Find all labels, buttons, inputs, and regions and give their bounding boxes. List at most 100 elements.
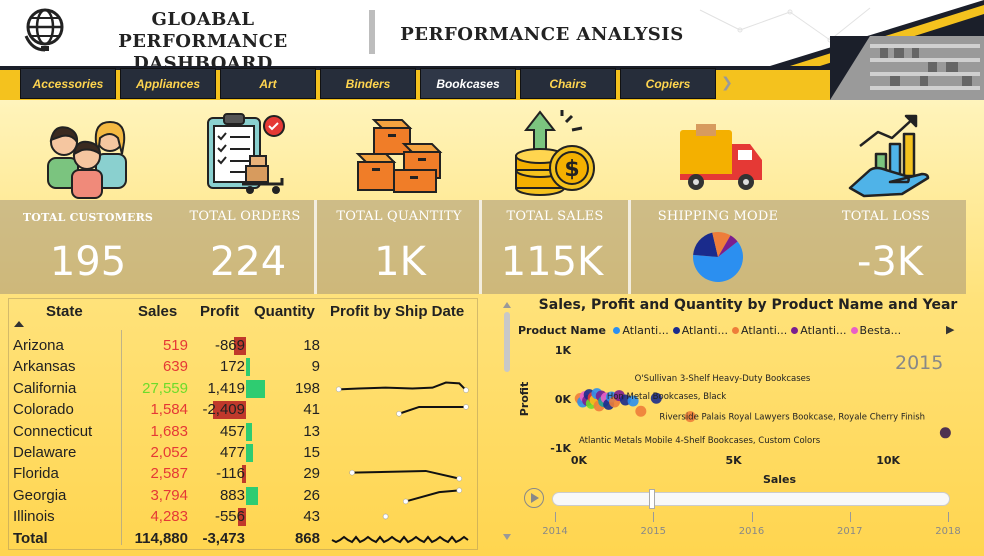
legend-dot (850, 327, 858, 334)
tab-art[interactable]: Art (220, 68, 316, 99)
legend-item[interactable]: Atlanti... (613, 324, 669, 337)
cell-quantity: 13 (303, 422, 320, 440)
sparkline-point (396, 411, 402, 417)
point-annotation: Riverside Palais Royal Lawyers Bookcase,… (659, 413, 925, 423)
column-header-profit-by-ship-date[interactable]: Profit by Ship Date (330, 303, 464, 320)
kpi-value-total-sales: 115K (500, 239, 604, 285)
cell-quantity: 43 (303, 508, 320, 526)
legend-label: Atlanti... (622, 324, 669, 337)
cell-quantity: 29 (303, 465, 320, 483)
cell-state: Colorado (13, 401, 74, 419)
timeline-tick (555, 512, 556, 522)
tab-copiers[interactable]: Copiers (620, 68, 716, 99)
table-row[interactable]: Colorado 1,584 -2,409 41 (10, 399, 470, 420)
chart-title: Sales, Profit and Quantity by Product Na… (538, 297, 958, 313)
legend-item[interactable]: Besta... (850, 324, 901, 337)
table-row[interactable]: Delaware 2,052 477 15 (10, 442, 470, 463)
cell-profit: -116 (216, 465, 245, 483)
sparkline-line (331, 534, 469, 543)
globe-logo-icon (24, 8, 64, 52)
shipping-mode-pie-chart[interactable] (692, 231, 744, 283)
point-annotation: Atlantic Metals Mobile 4-Shelf Bookcases… (579, 436, 821, 446)
tab-chairs[interactable]: Chairs (520, 68, 616, 99)
cell-sales: 4,283 (150, 508, 188, 526)
cell-sales: 27,559 (142, 379, 188, 397)
kpi-value-total-quantity: 1K (374, 239, 426, 285)
timeline-year-label: 2016 (738, 526, 765, 537)
kpi-label-total-orders: TOTAL ORDERS (189, 209, 301, 224)
profit-sparkline (335, 381, 469, 393)
cell-profit: 883 (219, 486, 245, 504)
legend-next-icon[interactable]: ▶ (946, 323, 954, 336)
sparkline-point (349, 470, 355, 476)
legend-dot (613, 327, 621, 334)
cell-profit: -869 (214, 337, 245, 354)
column-header-state[interactable]: State (46, 303, 83, 320)
column-header-profit[interactable]: Profit (200, 303, 239, 320)
legend-item[interactable]: Atlanti... (791, 324, 847, 337)
x-tick-label: 0K (571, 454, 588, 467)
kpi-label-total-sales: TOTAL SALES (506, 209, 604, 224)
title-line-2: DASHBOARD (133, 53, 273, 66)
legend-item[interactable]: Atlanti... (731, 324, 787, 337)
timeline-tick (849, 512, 851, 522)
timeline-slider-track[interactable] (552, 492, 950, 506)
table-body: Arizona 519 -869 18 Arkansas 639 172 9 Californi… (10, 335, 470, 547)
scatter-point[interactable] (939, 427, 951, 439)
play-icon[interactable] (524, 488, 544, 508)
timeline-slider-thumb[interactable] (649, 489, 655, 509)
boxes-icon (355, 119, 443, 193)
legend-item[interactable]: Atlanti... (672, 324, 728, 337)
cell-profit: 172 (219, 358, 245, 376)
table-row[interactable]: Georgia 3,794 883 26 (10, 485, 470, 506)
cell-quantity: 26 (303, 486, 320, 504)
timeline-year-label: 2015 (640, 526, 666, 537)
profit-sparkline (382, 513, 389, 520)
tab-appliances[interactable]: Appliances (120, 68, 216, 99)
cell-quantity: 868 (294, 529, 320, 547)
table-row[interactable]: Florida 2,587 -116 29 (10, 463, 470, 484)
kpi-value-total-customers: 195 (49, 239, 127, 285)
sparkline-line (405, 489, 460, 503)
legend-label: Atlanti... (800, 324, 847, 337)
cell-sales: 1,584 (150, 401, 188, 419)
cell-profit: 457 (219, 422, 245, 440)
title-divider (369, 10, 375, 54)
kpi-label-total-loss: TOTAL LOSS (841, 209, 931, 224)
sort-ascending-icon[interactable] (14, 321, 24, 327)
scatter-chart[interactable]: 1K0K-1K0K 5K 10KSalesProfitO'Sullivan 3-Sh… (510, 338, 980, 488)
table-row[interactable]: California 27,559 1,419 198 (10, 378, 470, 399)
svg-text:$: $ (564, 157, 579, 182)
table-row[interactable]: Arizona 519 -869 18 (10, 335, 470, 356)
point-annotation: Hon Metal Bookcases, Black (607, 392, 726, 402)
table-row[interactable]: Arkansas 639 172 9 (10, 356, 470, 377)
cell-sales: 114,880 (134, 529, 188, 547)
x-tick-label: 5K (725, 454, 742, 467)
profit-bar (246, 444, 253, 462)
column-header-quantity[interactable]: Quantity (254, 303, 315, 320)
kpi-label-shipping-mode: SHIPPING MODE (657, 209, 779, 224)
cell-quantity: 9 (311, 358, 320, 376)
chevron-right-icon[interactable]: ❯ (720, 72, 734, 94)
x-axis-label: Sales (763, 473, 797, 486)
cell-state: California (13, 379, 77, 397)
table-total-row[interactable]: Total 114,880 -3,473 868 (10, 528, 470, 549)
timeline-year-label: 2014 (542, 526, 568, 537)
table-row[interactable]: Illinois 4,283 -556 43 (10, 506, 470, 527)
tab-bookcases[interactable]: Bookcases (420, 68, 516, 99)
sparkline-line (398, 406, 466, 415)
cell-profit: -556 (214, 508, 245, 526)
tab-binders[interactable]: Binders (320, 68, 416, 99)
sparkline-line (352, 470, 460, 480)
kpi-value-total-loss: -3K (856, 239, 924, 285)
tab-accessories[interactable]: Accessories (20, 68, 116, 99)
cell-sales: 639 (162, 358, 188, 376)
cell-profit: 477 (219, 444, 245, 461)
cell-sales: 519 (162, 337, 188, 354)
cell-quantity: 41 (303, 401, 320, 419)
dashboard-title: GLOABAL PERFORMANCE DASHBOARD (72, 9, 334, 66)
table-row[interactable]: Connecticut 1,683 457 13 (10, 421, 470, 442)
sparkline-point (456, 476, 463, 482)
column-header-sales[interactable]: Sales (138, 303, 177, 320)
scatter-point[interactable] (635, 405, 647, 417)
